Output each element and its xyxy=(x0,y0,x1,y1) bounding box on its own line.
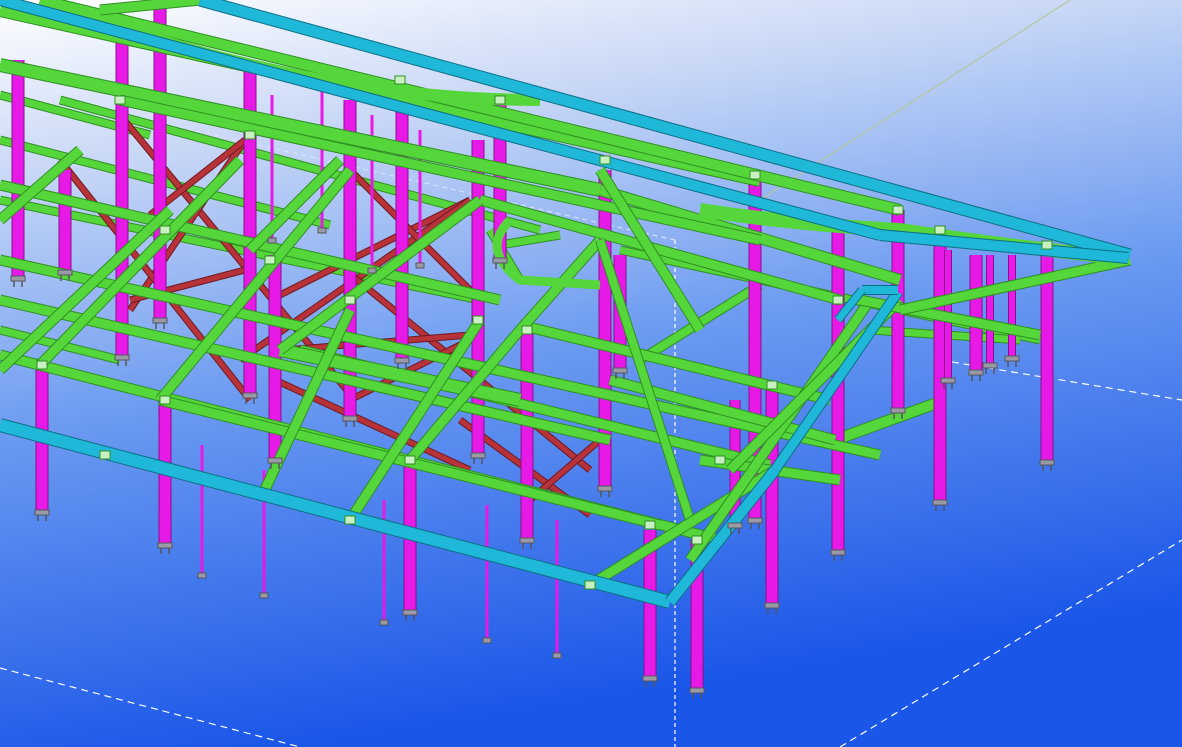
baseplate[interactable] xyxy=(727,522,743,529)
baseplate[interactable] xyxy=(267,237,277,244)
baseplate[interactable] xyxy=(317,227,327,234)
connection-plate xyxy=(36,360,48,370)
baseplate[interactable] xyxy=(689,687,705,694)
connection-plate xyxy=(404,455,416,465)
connection-plate xyxy=(159,395,171,405)
connection-plate xyxy=(494,95,506,105)
baseplate[interactable] xyxy=(367,267,377,274)
connection-plate xyxy=(934,225,946,235)
connection-plate xyxy=(599,155,611,165)
baseplate[interactable] xyxy=(197,572,207,579)
connection-plate xyxy=(472,315,484,325)
connection-plate xyxy=(114,95,126,105)
connection-plate xyxy=(521,325,533,335)
baseplate[interactable] xyxy=(747,517,763,524)
connection-plate xyxy=(1041,240,1053,250)
baseplate[interactable] xyxy=(114,354,130,361)
baseplate[interactable] xyxy=(642,675,658,682)
connection-plate xyxy=(584,580,596,590)
connection-plate xyxy=(244,130,256,140)
baseplate[interactable] xyxy=(157,542,173,549)
connection-plate xyxy=(892,205,904,215)
baseplate[interactable] xyxy=(57,269,73,276)
connection-plate xyxy=(344,295,356,305)
baseplate[interactable] xyxy=(982,362,998,369)
connection-plate xyxy=(99,450,111,460)
baseplate[interactable] xyxy=(394,357,410,364)
connection-plate xyxy=(832,295,844,305)
baseplate[interactable] xyxy=(612,367,628,374)
connection-plate xyxy=(394,75,406,85)
baseplate[interactable] xyxy=(415,262,425,269)
baseplate[interactable] xyxy=(342,415,358,422)
baseplate[interactable] xyxy=(259,592,269,599)
connection-plate xyxy=(691,535,703,545)
baseplate[interactable] xyxy=(379,619,389,626)
model-viewport[interactable] xyxy=(0,0,1182,747)
baseplate[interactable] xyxy=(830,549,846,556)
baseplate[interactable] xyxy=(10,275,26,282)
connection-plate xyxy=(749,170,761,180)
connection-plate xyxy=(714,455,726,465)
baseplate[interactable] xyxy=(34,509,50,516)
baseplate[interactable] xyxy=(1004,355,1020,362)
baseplate[interactable] xyxy=(597,485,613,492)
baseplate[interactable] xyxy=(482,637,492,644)
baseplate[interactable] xyxy=(890,407,906,414)
baseplate[interactable] xyxy=(940,377,956,384)
connection-plate xyxy=(644,520,656,530)
baseplate[interactable] xyxy=(152,317,168,324)
baseplate[interactable] xyxy=(267,457,283,464)
baseplate[interactable] xyxy=(764,602,780,609)
structural-model-3d-view[interactable] xyxy=(0,0,1182,747)
connection-plate xyxy=(264,255,276,265)
baseplate[interactable] xyxy=(402,609,418,616)
baseplate[interactable] xyxy=(519,537,535,544)
baseplate[interactable] xyxy=(1039,459,1055,466)
connection-plate xyxy=(766,380,778,390)
baseplate[interactable] xyxy=(932,499,948,506)
baseplate[interactable] xyxy=(470,452,486,459)
connection-plate xyxy=(344,515,356,525)
baseplate[interactable] xyxy=(968,369,984,376)
connection-plate xyxy=(159,225,171,235)
baseplate[interactable] xyxy=(552,652,562,659)
baseplate[interactable] xyxy=(242,392,258,399)
baseplate[interactable] xyxy=(492,257,508,264)
